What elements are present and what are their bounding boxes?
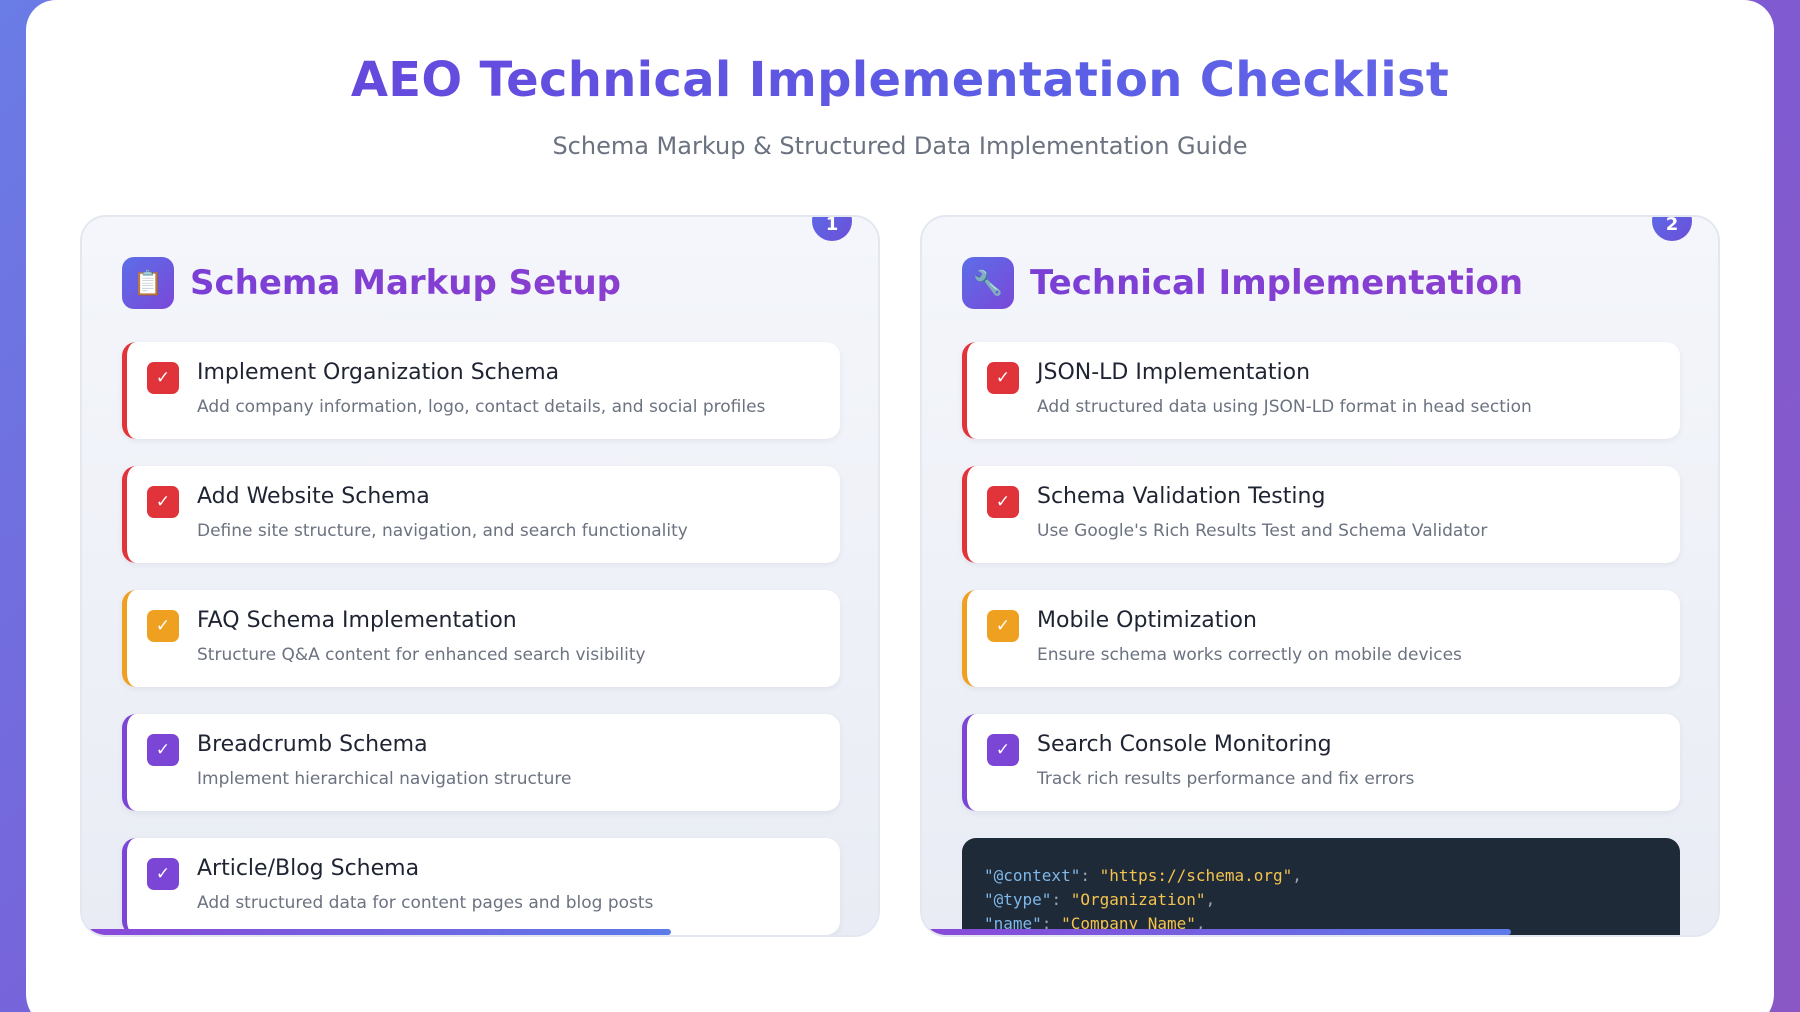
code-key: "@context" <box>984 866 1081 885</box>
item-description: Add structured data for content pages an… <box>197 893 654 913</box>
step-badge: 2 <box>1652 217 1692 241</box>
check-icon[interactable]: ✓ <box>147 858 179 890</box>
progress-bar <box>82 929 672 935</box>
item-title: Article/Blog Schema <box>197 856 420 881</box>
checklist-item[interactable]: ✓ Article/Blog Schema Add structured dat… <box>122 838 840 935</box>
page-title: AEO Technical Implementation Checklist <box>26 52 1774 108</box>
item-description: Implement hierarchical navigation struct… <box>197 769 572 789</box>
code-line: "@type": "Organization", <box>984 888 1658 912</box>
item-title: Breadcrumb Schema <box>197 732 428 757</box>
checklist-item[interactable]: ✓ Breadcrumb Schema Implement hierarchic… <box>122 714 840 811</box>
checklist: ✓ Implement Organization Schema Add comp… <box>122 342 840 935</box>
panel-schema-markup-setup: 1 📋 Schema Markup Setup ✓ Implement Orga… <box>80 215 880 937</box>
item-description: Structure Q&A content for enhanced searc… <box>197 645 646 665</box>
checklist-item[interactable]: ✓ Mobile Optimization Ensure schema work… <box>962 590 1680 687</box>
check-icon[interactable]: ✓ <box>987 486 1019 518</box>
item-title: Implement Organization Schema <box>197 360 560 385</box>
checklist-item[interactable]: ✓ Search Console Monitoring Track rich r… <box>962 714 1680 811</box>
clipboard-icon: 📋 <box>122 257 174 309</box>
progress-bar <box>922 929 1512 935</box>
item-title: FAQ Schema Implementation <box>197 608 517 633</box>
checklist: ✓ JSON-LD Implementation Add structured … <box>962 342 1680 935</box>
checklist-item[interactable]: ✓ JSON-LD Implementation Add structured … <box>962 342 1680 439</box>
code-key: "@type" <box>984 890 1052 909</box>
wrench-icon: 🔧 <box>962 257 1014 309</box>
item-title: Add Website Schema <box>197 484 430 509</box>
checklist-item[interactable]: ✓ Add Website Schema Define site structu… <box>122 466 840 563</box>
item-title: Search Console Monitoring <box>1037 732 1332 757</box>
check-icon[interactable]: ✓ <box>147 610 179 642</box>
code-value: "Organization" <box>1070 890 1206 909</box>
item-description: Add structured data using JSON-LD format… <box>1037 397 1532 417</box>
code-punct: : <box>1080 866 1100 885</box>
item-description: Ensure schema works correctly on mobile … <box>1037 645 1462 665</box>
code-value: "https://schema.org" <box>1099 866 1293 885</box>
checklist-item[interactable]: ✓ Implement Organization Schema Add comp… <box>122 342 840 439</box>
code-line: "@context": "https://schema.org", <box>984 864 1658 888</box>
item-description: Define site structure, navigation, and s… <box>197 521 688 541</box>
panel-heading: Schema Markup Setup <box>190 263 621 303</box>
code-punct: , <box>1292 866 1302 885</box>
item-title: Schema Validation Testing <box>1037 484 1326 509</box>
code-punct: : <box>1051 890 1071 909</box>
item-description: Use Google's Rich Results Test and Schem… <box>1037 521 1488 541</box>
checklist-item[interactable]: ✓ Schema Validation Testing Use Google's… <box>962 466 1680 563</box>
item-title: JSON-LD Implementation <box>1037 360 1311 385</box>
item-description: Track rich results performance and fix e… <box>1037 769 1415 789</box>
panel-heading: Technical Implementation <box>1030 263 1524 303</box>
page-subtitle: Schema Markup & Structured Data Implemen… <box>552 132 1248 160</box>
panel-header: 🔧 Technical Implementation <box>962 257 1523 309</box>
panel-technical-implementation: 2 🔧 Technical Implementation ✓ JSON-LD I… <box>920 215 1720 937</box>
check-icon[interactable]: ✓ <box>987 362 1019 394</box>
panel-header: 📋 Schema Markup Setup <box>122 257 621 309</box>
check-icon[interactable]: ✓ <box>147 486 179 518</box>
check-icon[interactable]: ✓ <box>147 734 179 766</box>
check-icon[interactable]: ✓ <box>147 362 179 394</box>
code-punct: , <box>1205 890 1216 909</box>
check-icon[interactable]: ✓ <box>987 610 1019 642</box>
checklist-item[interactable]: ✓ FAQ Schema Implementation Structure Q&… <box>122 590 840 687</box>
check-icon[interactable]: ✓ <box>987 734 1019 766</box>
item-description: Add company information, logo, contact d… <box>197 397 766 417</box>
code-snippet: "@context": "https://schema.org", "@type… <box>962 838 1680 935</box>
item-title: Mobile Optimization <box>1037 608 1257 633</box>
step-badge: 1 <box>812 217 852 241</box>
